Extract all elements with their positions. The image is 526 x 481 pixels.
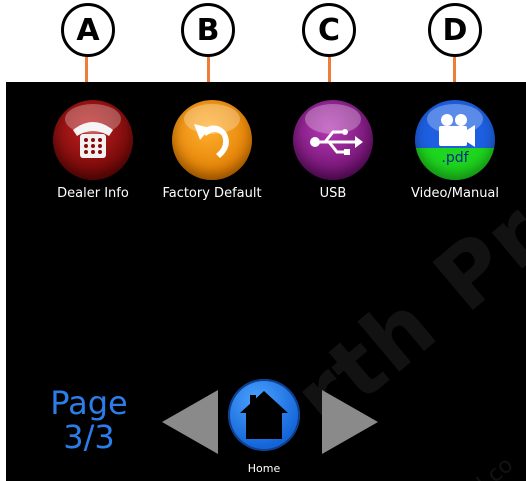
- callout-d: D: [428, 3, 482, 57]
- app-usb[interactable]: USB: [273, 100, 393, 201]
- right-arrow-icon[interactable]: [322, 390, 378, 454]
- app-label-dealer-info: Dealer Info: [57, 186, 129, 201]
- app-label-usb: USB: [319, 186, 347, 201]
- watermark: rth Pr: [276, 184, 526, 449]
- callout-b: B: [181, 3, 235, 57]
- page-indicator: Page 3/3: [44, 386, 134, 454]
- page-label: Page: [50, 384, 128, 422]
- watermark-small: l.co: [472, 452, 519, 481]
- house-icon: [240, 391, 288, 439]
- pdf-badge: .pdf: [441, 150, 469, 166]
- home-button[interactable]: [228, 379, 300, 451]
- telephone-icon[interactable]: [53, 100, 133, 180]
- app-dealer-info[interactable]: Dealer Info: [33, 100, 153, 201]
- left-arrow-icon[interactable]: [162, 390, 218, 454]
- callout-a: A: [61, 3, 115, 57]
- video-camera-icon[interactable]: .pdf: [415, 100, 495, 180]
- page-number: 3/3: [63, 418, 115, 456]
- home-label: Home: [247, 462, 281, 475]
- undo-arrow-icon[interactable]: [172, 100, 252, 180]
- app-label-video-manual: Video/Manual: [410, 186, 500, 201]
- device-screen: rth Pr l.co Dealer Info Factory Default …: [6, 82, 526, 481]
- usb-icon[interactable]: [293, 100, 373, 180]
- callout-c: C: [302, 3, 356, 57]
- app-label-factory-default: Factory Default: [162, 186, 262, 201]
- app-factory-default[interactable]: Factory Default: [152, 100, 272, 201]
- app-video-manual[interactable]: .pdf Video/Manual: [395, 100, 515, 201]
